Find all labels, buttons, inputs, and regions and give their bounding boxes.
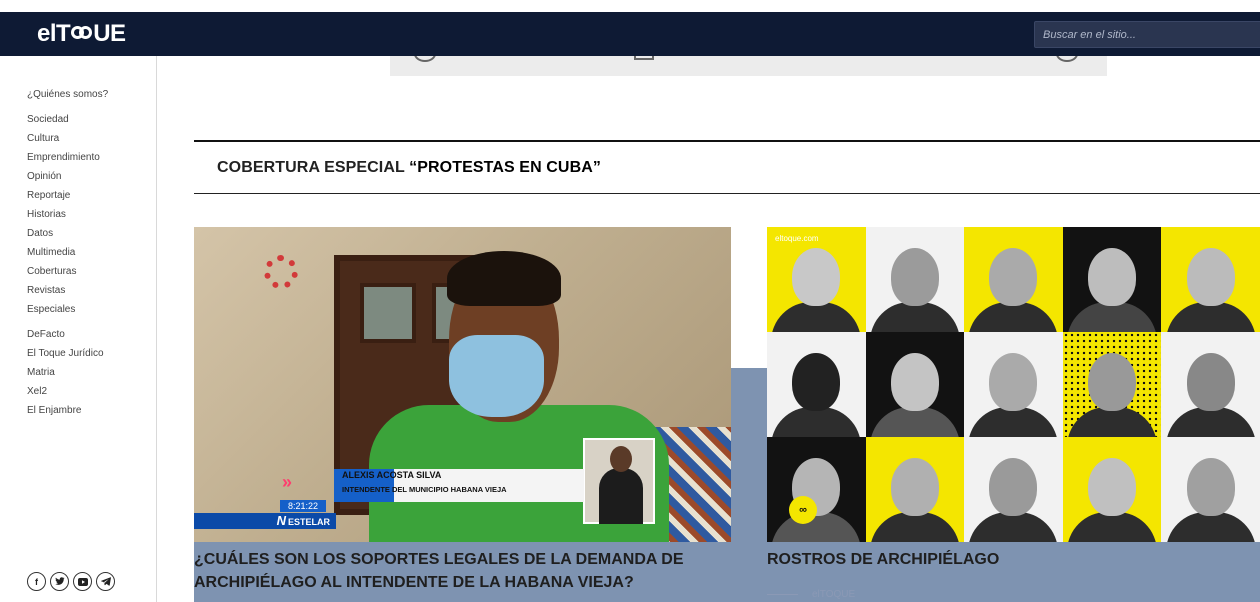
article-image-interview[interactable]: » ALEXIS ACOSTA SILVA INTENDENTE DEL MUN… — [194, 227, 731, 542]
article-byline: elTOQUE — [767, 589, 855, 600]
faces-grid — [767, 227, 1260, 542]
collage-cell — [1062, 227, 1162, 332]
sidebar-item-eltoque-juridico[interactable]: El Toque Jurídico — [27, 344, 104, 363]
byline-author[interactable]: elTOQUE — [812, 589, 855, 600]
sidebar-item-coberturas[interactable]: Coberturas — [27, 262, 100, 281]
facebook-icon[interactable]: f — [27, 572, 46, 591]
article-image-faces-collage[interactable]: eltoque.com ∞ — [767, 227, 1260, 542]
sidebar-item-opinion[interactable]: Opinión — [27, 167, 100, 186]
section-title-prefix: COBERTURA ESPECIAL — [217, 159, 410, 176]
tv-program-badge: N ESTELAR — [194, 513, 336, 529]
lower-third-name: ALEXIS ACOSTA SILVA — [342, 470, 442, 480]
sidebar-item-defacto[interactable]: DeFacto — [27, 325, 104, 344]
sidebar-item-xel2[interactable]: Xel2 — [27, 382, 104, 401]
sidebar-item-revistas[interactable]: Revistas — [27, 281, 100, 300]
collage-cell — [964, 227, 1063, 332]
telegram-icon[interactable] — [96, 572, 115, 591]
section-divider — [194, 140, 1260, 142]
image-person-hair — [447, 251, 561, 306]
tv-timestamp: 8:21:22 — [280, 500, 326, 512]
collage-cell — [767, 437, 866, 542]
collage-cell — [865, 437, 965, 542]
section-divider — [194, 193, 1260, 194]
sidebar-item-especiales[interactable]: Especiales — [27, 300, 100, 319]
collage-cell — [767, 332, 866, 437]
sidebar-projects-list: DeFacto El Toque Jurídico Matria Xel2 El… — [27, 325, 104, 420]
collage-cell — [1161, 332, 1260, 437]
collage-cell — [964, 332, 1063, 437]
social-links: f — [27, 572, 115, 591]
partial-icon — [414, 56, 436, 62]
logo-text-left: elT — [37, 20, 71, 47]
sidebar-item-el-enjambre[interactable]: El Enjambre — [27, 401, 104, 420]
image-face-mask — [449, 335, 544, 417]
sidebar-item-emprendimiento[interactable]: Emprendimiento — [27, 148, 100, 167]
sidebar-item-matria[interactable]: Matria — [27, 363, 104, 382]
partial-icon — [1056, 56, 1078, 62]
program-letter: N — [276, 513, 286, 528]
lower-third-arrow-icon: » — [282, 472, 293, 492]
section-title-highlight: “PROTESTAS EN CUBA” — [409, 159, 601, 176]
sidebar-item-cultura[interactable]: Cultura — [27, 129, 100, 148]
logo-text-right: UE — [93, 20, 126, 47]
tv-channel-logo-icon — [264, 255, 298, 289]
site-logo[interactable]: elT UE — [37, 20, 126, 48]
sidebar: ¿Quiénes somos? Sociedad Cultura Emprend… — [0, 56, 157, 602]
collage-cell — [865, 332, 965, 437]
sidebar-item-datos[interactable]: Datos — [27, 224, 100, 243]
eltoque-rings-icon: ∞ — [789, 496, 817, 524]
sidebar-item-multimedia[interactable]: Multimedia — [27, 243, 100, 262]
article-title[interactable]: ¿Cuáles son los soportes legales de la d… — [194, 548, 714, 594]
partial-icon — [634, 56, 654, 60]
main-content: COBERTURA ESPECIAL “PROTESTAS EN CUBA” »… — [158, 56, 1260, 602]
sidebar-sections-list: Sociedad Cultura Emprendimiento Opinión … — [27, 110, 100, 319]
sidebar-item-reportaje[interactable]: Reportaje — [27, 186, 100, 205]
logo-rings-icon — [71, 24, 93, 44]
search-input[interactable] — [1034, 21, 1260, 48]
collage-cell — [1161, 227, 1260, 332]
sidebar-item-about[interactable]: ¿Quiénes somos? — [27, 85, 108, 104]
section-title[interactable]: COBERTURA ESPECIAL “PROTESTAS EN CUBA” — [217, 159, 601, 177]
youtube-icon[interactable] — [73, 572, 92, 591]
collage-cell — [964, 437, 1063, 542]
sidebar-item-historias[interactable]: Historias — [27, 205, 100, 224]
collage-cell — [1161, 437, 1260, 542]
program-name: ESTELAR — [287, 517, 330, 527]
article-title[interactable]: Rostros de Archipiélago — [767, 548, 1247, 571]
sidebar-about-list: ¿Quiénes somos? — [27, 85, 108, 104]
image-watermark: eltoque.com — [775, 234, 819, 243]
image-door-pane — [360, 283, 416, 343]
collage-cell — [865, 227, 965, 332]
top-header: elT UE — [0, 12, 1260, 56]
twitter-icon[interactable] — [50, 572, 69, 591]
lower-third-role: INTENDENTE DEL MUNICIPIO HABANA VIEJA — [342, 485, 507, 494]
byline-rule — [767, 594, 798, 595]
collage-cell — [1062, 332, 1162, 437]
sidebar-item-sociedad[interactable]: Sociedad — [27, 110, 100, 129]
previous-module-strip — [390, 56, 1107, 76]
collage-cell — [1062, 437, 1162, 542]
sign-language-interpreter — [583, 438, 655, 524]
